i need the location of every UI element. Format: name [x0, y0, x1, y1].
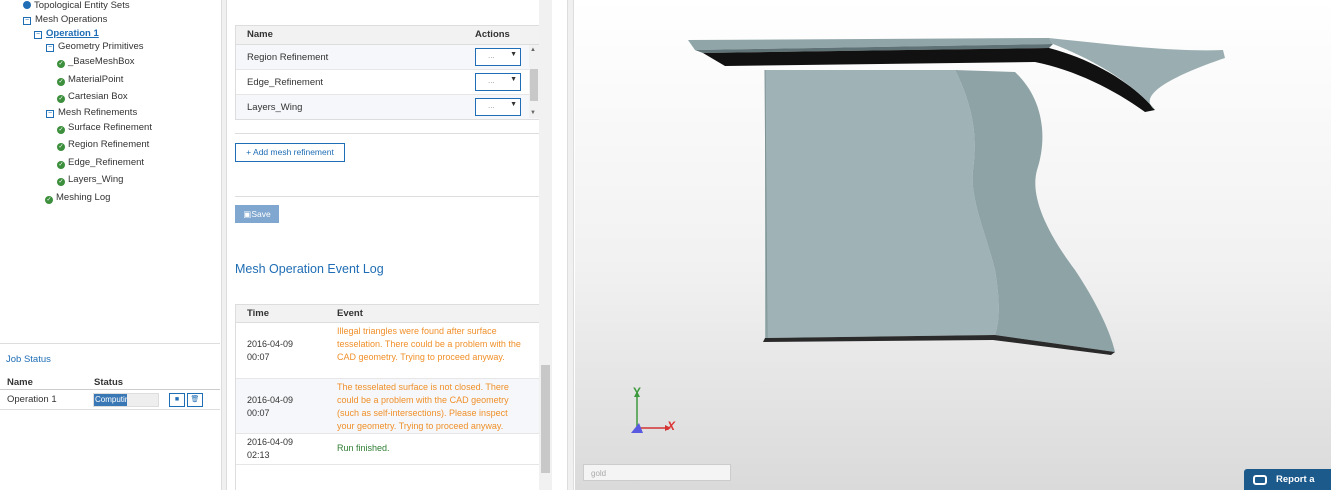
refinement-name: Layers_Wing: [247, 102, 303, 113]
table-header: Name Actions: [236, 26, 540, 45]
axis-triad: Y X: [627, 383, 687, 439]
scroll-up-icon[interactable]: ▲: [530, 47, 536, 53]
3d-viewport[interactable]: Y X gold Report a bug: [575, 0, 1331, 490]
caret-down-icon: ▼: [510, 101, 517, 108]
check-circle-icon: ✓: [57, 60, 65, 68]
actions-dropdown[interactable]: ... ▼: [475, 48, 521, 66]
scroll-thumb[interactable]: [541, 365, 550, 473]
tree-item-refinement[interactable]: ✓ Surface Refinement: [57, 122, 152, 134]
tree-item-primitive[interactable]: ✓ _BaseMeshBox: [57, 56, 135, 68]
collapse-icon[interactable]: −: [46, 110, 54, 118]
tree-item-meshing-log[interactable]: ✓ Meshing Log: [45, 192, 110, 204]
divider: [235, 196, 541, 197]
scroll-down-icon[interactable]: ▼: [530, 110, 536, 116]
tree-item-refinement[interactable]: ✓ Layers_Wing: [57, 174, 123, 186]
refinements-table: Name Actions Region Refinement ... ▼ Edge…: [235, 25, 541, 120]
camera-icon: [1253, 475, 1267, 485]
tree-item-mesh-refinements[interactable]: − Mesh Refinements: [46, 107, 137, 119]
event-log-table: Time Event 2016-04-09 00:07 Illegal trian…: [235, 304, 541, 490]
circle-icon: [23, 1, 31, 9]
divider: [235, 133, 541, 134]
wing-model[interactable]: [575, 0, 1331, 490]
event-message: Illegal triangles were found after surfa…: [337, 326, 521, 362]
column-header-name: Name: [247, 29, 273, 40]
table-row: 2016-04-09 00:07 Illegal triangles were f…: [236, 323, 540, 379]
axis-y-label: Y: [633, 385, 642, 399]
tree-item-refinement[interactable]: ✓ Edge_Refinement: [57, 157, 144, 169]
table-row[interactable]: Edge_Refinement ... ▼: [236, 70, 540, 95]
actions-dropdown[interactable]: ... ▼: [475, 98, 521, 116]
check-circle-icon: ✓: [57, 78, 65, 86]
table-row: 2016-04-09 00:07 The tesselated surface i…: [236, 379, 540, 434]
collapse-icon[interactable]: −: [23, 17, 31, 25]
job-progress-bar: Computing: [93, 393, 159, 407]
operation-detail-panel: Name Actions Region Refinement ... ▼ Edge…: [227, 0, 552, 490]
table-row: 2016-04-09 02:13 Run finished.: [236, 434, 540, 465]
table-row[interactable]: Region Refinement ... ▼: [236, 45, 540, 70]
save-button[interactable]: ▣Save: [235, 205, 279, 223]
event-message: Run finished.: [337, 443, 390, 453]
column-header-event: Event: [337, 308, 363, 319]
delete-button[interactable]: 🗑: [187, 393, 203, 407]
column-header-time: Time: [247, 308, 270, 319]
check-circle-icon: ✓: [57, 143, 65, 151]
event-time: 2016-04-09 00:07: [247, 339, 294, 362]
axis-x-label: X: [667, 419, 676, 433]
job-status-title: Job Status: [6, 354, 51, 365]
check-circle-icon: ✓: [57, 126, 65, 134]
tree-item-geometry-primitives[interactable]: − Geometry Primitives: [46, 41, 144, 53]
tree-item-refinement[interactable]: ✓ Region Refinement: [57, 139, 149, 151]
model-wing: [765, 70, 999, 338]
stop-button[interactable]: ■: [169, 393, 185, 407]
column-header-actions: Actions: [475, 29, 510, 40]
tree-item-topological-entity-sets[interactable]: Topological Entity Sets: [23, 0, 130, 12]
plus-icon: +: [246, 147, 254, 157]
job-status-panel: Job Status Name Status Operation 1 Compu…: [0, 343, 220, 491]
tree-item-primitive[interactable]: ✓ Cartesian Box: [57, 91, 128, 103]
event-time: 2016-04-09 00:07: [247, 395, 294, 418]
tree-item-mesh-operations[interactable]: − Mesh Operations: [23, 14, 107, 26]
tree-item-primitive[interactable]: ✓ MaterialPoint: [57, 74, 123, 86]
event-time: 2016-04-09 02:13: [247, 437, 294, 460]
color-input[interactable]: gold: [583, 464, 731, 481]
check-circle-icon: ✓: [57, 161, 65, 169]
table-header: Name Status: [0, 375, 220, 390]
event-log-title: Mesh Operation Event Log: [235, 262, 384, 276]
report-bug-label: Report a bug: [1276, 474, 1315, 485]
table-header: Time Event: [236, 305, 540, 323]
job-progress-fill: Computing: [94, 394, 127, 406]
collapse-icon[interactable]: −: [46, 44, 54, 52]
tree-item-operation-1[interactable]: − Operation 1: [34, 28, 99, 40]
caret-down-icon: ▼: [510, 76, 517, 83]
model-tree-panel: Topological Entity Sets − Mesh Operations…: [0, 0, 220, 490]
column-header-name: Name: [7, 377, 33, 388]
job-name: Operation 1: [7, 394, 57, 405]
check-circle-icon: ✓: [45, 196, 53, 204]
column-header-status: Status: [94, 377, 124, 388]
table-row[interactable]: Operation 1 Computing ■ 🗑: [0, 391, 220, 410]
refinement-name: Edge_Refinement: [247, 77, 324, 88]
table-scrollbar[interactable]: ▲ ▼: [529, 45, 539, 118]
refinement-name: Region Refinement: [247, 52, 329, 63]
panel-scrollbar[interactable]: [539, 0, 552, 490]
report-bug-button[interactable]: Report a bug: [1244, 469, 1331, 490]
check-circle-icon: ✓: [57, 95, 65, 103]
check-circle-icon: ✓: [57, 178, 65, 186]
scroll-thumb[interactable]: [530, 69, 538, 101]
add-mesh-refinement-button[interactable]: + Add mesh refinement: [235, 143, 345, 162]
table-row[interactable]: Layers_Wing ... ▼: [236, 95, 540, 119]
actions-dropdown[interactable]: ... ▼: [475, 73, 521, 91]
right-splitter[interactable]: [567, 0, 574, 490]
event-message: The tesselated surface is not closed. Th…: [337, 382, 509, 431]
collapse-icon[interactable]: −: [34, 31, 42, 39]
caret-down-icon: ▼: [510, 51, 517, 58]
